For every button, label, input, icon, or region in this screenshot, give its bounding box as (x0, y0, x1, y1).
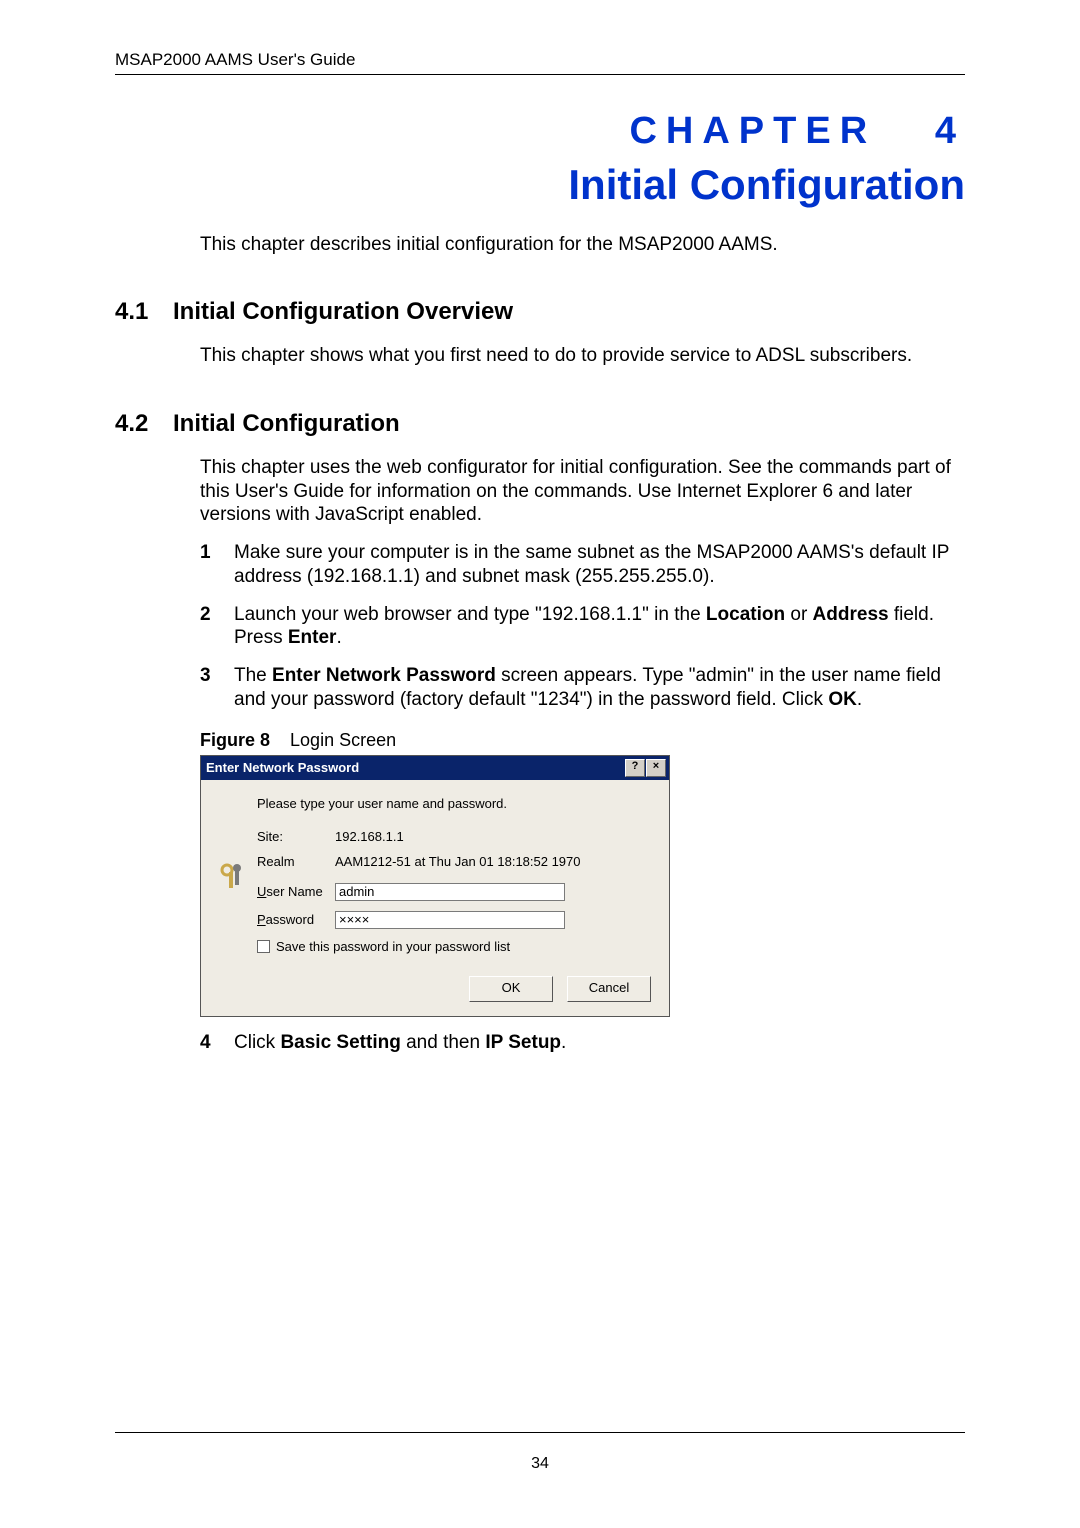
site-value: 192.168.1.1 (335, 829, 404, 844)
password-label: Password (257, 912, 335, 927)
section-4-1-number: 4.1 (115, 298, 173, 326)
login-dialog: Enter Network Password ? × Please type y… (200, 755, 670, 1017)
figure-label: Figure 8 (200, 730, 270, 750)
username-input[interactable] (335, 883, 565, 901)
page-number: 34 (0, 1455, 1080, 1473)
site-label: Site: (257, 829, 335, 844)
footer-rule (115, 1432, 965, 1433)
step-3-number: 3 (200, 664, 224, 712)
chapter-intro: This chapter describes initial configura… (200, 234, 955, 256)
section-4-1-body: This chapter shows what you first need t… (200, 344, 955, 368)
ok-button[interactable]: OK (469, 976, 553, 1002)
section-4-2-title: Initial Configuration (173, 410, 400, 437)
step-4-text: Click Basic Setting and then IP Setup. (224, 1031, 955, 1055)
step-list-continued: 4 Click Basic Setting and then IP Setup. (200, 1031, 955, 1055)
section-4-2-body: This chapter uses the web configurator f… (200, 456, 955, 527)
save-password-checkbox[interactable] (257, 940, 270, 953)
section-4-2-heading: 4.2Initial Configuration (115, 410, 965, 438)
cancel-button[interactable]: Cancel (567, 976, 651, 1002)
step-2: 2 Launch your web browser and type "192.… (200, 603, 955, 651)
password-input[interactable] (335, 911, 565, 929)
step-3: 3 The Enter Network Password screen appe… (200, 664, 955, 712)
step-4: 4 Click Basic Setting and then IP Setup. (200, 1031, 955, 1055)
running-header: MSAP2000 AAMS User's Guide (115, 50, 965, 75)
figure-8-caption: Figure 8 Login Screen (200, 730, 965, 751)
help-icon[interactable]: ? (625, 759, 645, 777)
section-4-1-title: Initial Configuration Overview (173, 298, 513, 325)
step-1: 1 Make sure your computer is in the same… (200, 541, 955, 589)
chapter-title: Initial Configuration (115, 161, 965, 209)
chapter-label-text: CHAPTER (629, 110, 876, 152)
dialog-title: Enter Network Password (206, 760, 359, 775)
dialog-prompt: Please type your user name and password. (257, 796, 655, 811)
key-lock-icon (217, 861, 257, 902)
chapter-label: CHAPTER 4 (115, 110, 965, 153)
chapter-number: 4 (935, 110, 965, 152)
username-label: User Name (257, 884, 335, 899)
step-list: 1 Make sure your computer is in the same… (200, 541, 955, 712)
step-1-number: 1 (200, 541, 224, 589)
realm-label: Realm (257, 854, 335, 869)
step-2-text: Launch your web browser and type "192.16… (224, 603, 955, 651)
dialog-titlebar: Enter Network Password ? × (201, 756, 669, 780)
step-2-number: 2 (200, 603, 224, 651)
save-password-label: Save this password in your password list (276, 939, 510, 954)
figure-title: Login Screen (290, 730, 396, 750)
step-1-text: Make sure your computer is in the same s… (224, 541, 955, 589)
step-3-text: The Enter Network Password screen appear… (224, 664, 955, 712)
close-icon[interactable]: × (646, 759, 666, 777)
step-4-number: 4 (200, 1031, 224, 1055)
realm-value: AAM1212-51 at Thu Jan 01 18:18:52 1970 (335, 854, 581, 869)
section-4-1-heading: 4.1Initial Configuration Overview (115, 298, 965, 326)
section-4-2-number: 4.2 (115, 410, 173, 438)
